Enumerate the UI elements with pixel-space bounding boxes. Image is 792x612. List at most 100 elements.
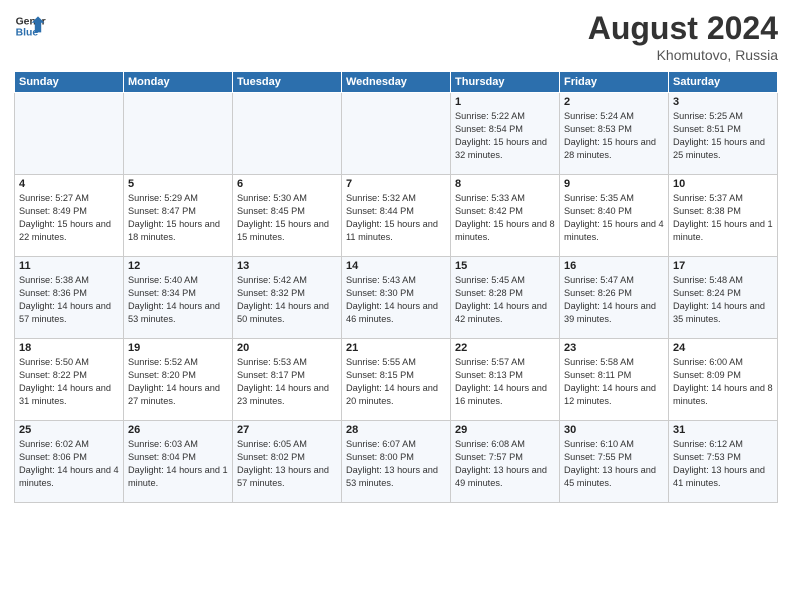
day-number: 15 — [455, 260, 555, 272]
day-detail: Sunrise: 6:12 AM Sunset: 7:53 PM Dayligh… — [673, 438, 773, 490]
calendar-body: 1 Sunrise: 5:22 AM Sunset: 8:54 PM Dayli… — [15, 93, 778, 503]
day-number: 27 — [237, 424, 337, 436]
calendar-cell-w2-d2: 6 Sunrise: 5:30 AM Sunset: 8:45 PM Dayli… — [233, 175, 342, 257]
day-number: 22 — [455, 342, 555, 354]
day-detail: Sunrise: 6:03 AM Sunset: 8:04 PM Dayligh… — [128, 438, 228, 490]
day-number: 13 — [237, 260, 337, 272]
calendar-cell-w4-d0: 18 Sunrise: 5:50 AM Sunset: 8:22 PM Dayl… — [15, 339, 124, 421]
week-row-2: 4 Sunrise: 5:27 AM Sunset: 8:49 PM Dayli… — [15, 175, 778, 257]
day-detail: Sunrise: 5:50 AM Sunset: 8:22 PM Dayligh… — [19, 356, 119, 408]
day-number: 18 — [19, 342, 119, 354]
calendar-cell-w4-d2: 20 Sunrise: 5:53 AM Sunset: 8:17 PM Dayl… — [233, 339, 342, 421]
calendar-cell-w4-d6: 24 Sunrise: 6:00 AM Sunset: 8:09 PM Dayl… — [669, 339, 778, 421]
day-detail: Sunrise: 6:05 AM Sunset: 8:02 PM Dayligh… — [237, 438, 337, 490]
calendar-cell-w3-d2: 13 Sunrise: 5:42 AM Sunset: 8:32 PM Dayl… — [233, 257, 342, 339]
calendar-cell-w2-d1: 5 Sunrise: 5:29 AM Sunset: 8:47 PM Dayli… — [124, 175, 233, 257]
day-number: 19 — [128, 342, 228, 354]
day-number: 28 — [346, 424, 446, 436]
day-detail: Sunrise: 5:58 AM Sunset: 8:11 PM Dayligh… — [564, 356, 664, 408]
day-number: 24 — [673, 342, 773, 354]
logo-icon: General Blue — [14, 10, 46, 42]
calendar-cell-w2-d3: 7 Sunrise: 5:32 AM Sunset: 8:44 PM Dayli… — [342, 175, 451, 257]
header: General Blue August 2024 Khomutovo, Russ… — [14, 10, 778, 63]
day-number: 1 — [455, 96, 555, 108]
day-detail: Sunrise: 6:07 AM Sunset: 8:00 PM Dayligh… — [346, 438, 446, 490]
header-tuesday: Tuesday — [233, 72, 342, 93]
calendar-cell-w1-d3 — [342, 93, 451, 175]
day-number: 26 — [128, 424, 228, 436]
weekday-header-row: Sunday Monday Tuesday Wednesday Thursday… — [15, 72, 778, 93]
day-detail: Sunrise: 5:33 AM Sunset: 8:42 PM Dayligh… — [455, 192, 555, 244]
calendar-cell-w3-d5: 16 Sunrise: 5:47 AM Sunset: 8:26 PM Dayl… — [560, 257, 669, 339]
header-monday: Monday — [124, 72, 233, 93]
day-detail: Sunrise: 5:27 AM Sunset: 8:49 PM Dayligh… — [19, 192, 119, 244]
day-number: 29 — [455, 424, 555, 436]
week-row-1: 1 Sunrise: 5:22 AM Sunset: 8:54 PM Dayli… — [15, 93, 778, 175]
calendar-cell-w1-d1 — [124, 93, 233, 175]
calendar-cell-w4-d4: 22 Sunrise: 5:57 AM Sunset: 8:13 PM Dayl… — [451, 339, 560, 421]
day-number: 2 — [564, 96, 664, 108]
day-number: 4 — [19, 178, 119, 190]
day-detail: Sunrise: 6:10 AM Sunset: 7:55 PM Dayligh… — [564, 438, 664, 490]
calendar-cell-w1-d2 — [233, 93, 342, 175]
day-detail: Sunrise: 5:42 AM Sunset: 8:32 PM Dayligh… — [237, 274, 337, 326]
main-container: General Blue August 2024 Khomutovo, Russ… — [0, 0, 792, 513]
day-detail: Sunrise: 5:43 AM Sunset: 8:30 PM Dayligh… — [346, 274, 446, 326]
day-detail: Sunrise: 5:53 AM Sunset: 8:17 PM Dayligh… — [237, 356, 337, 408]
day-number: 20 — [237, 342, 337, 354]
day-number: 17 — [673, 260, 773, 272]
calendar-cell-w3-d3: 14 Sunrise: 5:43 AM Sunset: 8:30 PM Dayl… — [342, 257, 451, 339]
day-detail: Sunrise: 5:32 AM Sunset: 8:44 PM Dayligh… — [346, 192, 446, 244]
day-number: 11 — [19, 260, 119, 272]
day-detail: Sunrise: 5:55 AM Sunset: 8:15 PM Dayligh… — [346, 356, 446, 408]
header-sunday: Sunday — [15, 72, 124, 93]
logo: General Blue — [14, 10, 46, 42]
day-number: 30 — [564, 424, 664, 436]
header-saturday: Saturday — [669, 72, 778, 93]
week-row-5: 25 Sunrise: 6:02 AM Sunset: 8:06 PM Dayl… — [15, 421, 778, 503]
day-number: 31 — [673, 424, 773, 436]
day-detail: Sunrise: 5:29 AM Sunset: 8:47 PM Dayligh… — [128, 192, 228, 244]
day-detail: Sunrise: 6:02 AM Sunset: 8:06 PM Dayligh… — [19, 438, 119, 490]
day-number: 6 — [237, 178, 337, 190]
week-row-3: 11 Sunrise: 5:38 AM Sunset: 8:36 PM Dayl… — [15, 257, 778, 339]
calendar-cell-w3-d6: 17 Sunrise: 5:48 AM Sunset: 8:24 PM Dayl… — [669, 257, 778, 339]
calendar-cell-w5-d4: 29 Sunrise: 6:08 AM Sunset: 7:57 PM Dayl… — [451, 421, 560, 503]
day-detail: Sunrise: 5:47 AM Sunset: 8:26 PM Dayligh… — [564, 274, 664, 326]
calendar-cell-w4-d1: 19 Sunrise: 5:52 AM Sunset: 8:20 PM Dayl… — [124, 339, 233, 421]
calendar-cell-w3-d4: 15 Sunrise: 5:45 AM Sunset: 8:28 PM Dayl… — [451, 257, 560, 339]
month-title: August 2024 — [588, 10, 778, 47]
calendar-cell-w2-d0: 4 Sunrise: 5:27 AM Sunset: 8:49 PM Dayli… — [15, 175, 124, 257]
day-number: 10 — [673, 178, 773, 190]
location: Khomutovo, Russia — [588, 47, 778, 63]
day-number: 7 — [346, 178, 446, 190]
calendar-cell-w1-d6: 3 Sunrise: 5:25 AM Sunset: 8:51 PM Dayli… — [669, 93, 778, 175]
day-number: 5 — [128, 178, 228, 190]
calendar-cell-w5-d3: 28 Sunrise: 6:07 AM Sunset: 8:00 PM Dayl… — [342, 421, 451, 503]
day-detail: Sunrise: 6:08 AM Sunset: 7:57 PM Dayligh… — [455, 438, 555, 490]
day-number: 21 — [346, 342, 446, 354]
calendar-cell-w5-d2: 27 Sunrise: 6:05 AM Sunset: 8:02 PM Dayl… — [233, 421, 342, 503]
day-detail: Sunrise: 5:24 AM Sunset: 8:53 PM Dayligh… — [564, 110, 664, 162]
calendar-cell-w4-d5: 23 Sunrise: 5:58 AM Sunset: 8:11 PM Dayl… — [560, 339, 669, 421]
day-number: 14 — [346, 260, 446, 272]
calendar-cell-w2-d6: 10 Sunrise: 5:37 AM Sunset: 8:38 PM Dayl… — [669, 175, 778, 257]
day-detail: Sunrise: 5:38 AM Sunset: 8:36 PM Dayligh… — [19, 274, 119, 326]
calendar-cell-w1-d0 — [15, 93, 124, 175]
calendar-cell-w2-d5: 9 Sunrise: 5:35 AM Sunset: 8:40 PM Dayli… — [560, 175, 669, 257]
day-detail: Sunrise: 5:35 AM Sunset: 8:40 PM Dayligh… — [564, 192, 664, 244]
day-detail: Sunrise: 6:00 AM Sunset: 8:09 PM Dayligh… — [673, 356, 773, 408]
day-detail: Sunrise: 5:22 AM Sunset: 8:54 PM Dayligh… — [455, 110, 555, 162]
day-detail: Sunrise: 5:52 AM Sunset: 8:20 PM Dayligh… — [128, 356, 228, 408]
day-detail: Sunrise: 5:40 AM Sunset: 8:34 PM Dayligh… — [128, 274, 228, 326]
day-detail: Sunrise: 5:45 AM Sunset: 8:28 PM Dayligh… — [455, 274, 555, 326]
calendar-table: Sunday Monday Tuesday Wednesday Thursday… — [14, 71, 778, 503]
month-info: August 2024 Khomutovo, Russia — [588, 10, 778, 63]
calendar-cell-w5-d1: 26 Sunrise: 6:03 AM Sunset: 8:04 PM Dayl… — [124, 421, 233, 503]
calendar-cell-w2-d4: 8 Sunrise: 5:33 AM Sunset: 8:42 PM Dayli… — [451, 175, 560, 257]
calendar-cell-w5-d6: 31 Sunrise: 6:12 AM Sunset: 7:53 PM Dayl… — [669, 421, 778, 503]
header-thursday: Thursday — [451, 72, 560, 93]
day-number: 3 — [673, 96, 773, 108]
calendar-cell-w3-d1: 12 Sunrise: 5:40 AM Sunset: 8:34 PM Dayl… — [124, 257, 233, 339]
calendar-cell-w4-d3: 21 Sunrise: 5:55 AM Sunset: 8:15 PM Dayl… — [342, 339, 451, 421]
